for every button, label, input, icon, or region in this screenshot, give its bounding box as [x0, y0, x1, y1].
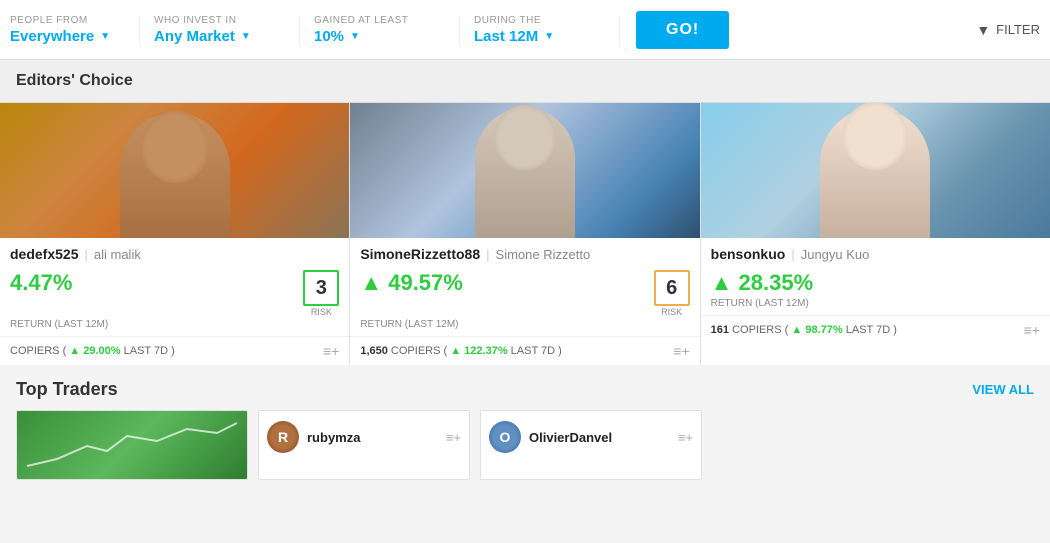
return-value-1: 4.47%	[10, 270, 72, 296]
card-username-1: dedefx525	[10, 246, 78, 262]
return-label-2: RETURN (LAST 12M)	[350, 319, 699, 336]
gained-at-least-label: GAINED AT LEAST	[314, 15, 445, 26]
card-identity-2: SimoneRizzetto88 | Simone Rizzetto	[350, 238, 699, 266]
top-traders-header: Top Traders VIEW ALL	[0, 365, 1050, 410]
card-return-2: ▲ 49.57% 6 RISK	[350, 266, 699, 319]
card-realname-3: Jungyu Kuo	[801, 247, 870, 262]
card-username-3: bensonkuo	[711, 246, 786, 262]
card-username-2: SimoneRizzetto88	[360, 246, 480, 262]
copiers-count-2: 1,650	[360, 345, 388, 357]
mini-card-rubymza: R rubymza ≡+	[258, 410, 470, 480]
top-traders-cards-row: R rubymza ≡+ O OlivierDanvel ≡+	[0, 410, 1050, 480]
chart-svg	[17, 411, 247, 479]
card-return-1: 4.47% 3 RISK	[0, 266, 349, 319]
who-invest-in-label: WHO INVEST IN	[154, 15, 285, 26]
return-label-3: RETURN (LAST 12M)	[701, 298, 1050, 315]
copy-icon-1[interactable]: ≡+	[323, 343, 339, 359]
people-from-filter[interactable]: PEOPLE FROM Everywhere ▼	[10, 15, 140, 45]
editors-choice-header: Editors' Choice	[0, 60, 1050, 103]
trader-photo-3	[701, 103, 1050, 238]
people-from-label: PEOPLE FROM	[10, 15, 125, 26]
go-button[interactable]: GO!	[636, 11, 729, 49]
mini-copy-icon-rubymza[interactable]: ≡+	[446, 430, 461, 445]
risk-badge-2: 6	[654, 270, 690, 306]
trader-photo-2	[350, 103, 699, 238]
card-copiers-2: 1,650 COPIERS ( ▲ 122.37% LAST 7D ) ≡+	[350, 336, 699, 365]
mini-avatar-olivierdanvel: O	[489, 421, 521, 453]
copiers-change-2: ▲ 122.37%	[450, 345, 507, 357]
risk-badge-1: 3	[303, 270, 339, 306]
risk-label-1: RISK	[311, 307, 332, 317]
return-value-3: ▲ 28.35%	[711, 270, 814, 296]
filter-button[interactable]: ▼ FILTER	[976, 22, 1040, 38]
editors-choice-cards: dedefx525 | ali malik 4.47% 3 RISK RETUR…	[0, 103, 1050, 365]
copy-icon-3[interactable]: ≡+	[1024, 322, 1040, 338]
gained-at-least-arrow-icon: ▼	[350, 31, 360, 42]
card-identity-1: dedefx525 | ali malik	[0, 238, 349, 266]
copiers-change-1: ▲ 29.00%	[69, 345, 120, 357]
view-all-button[interactable]: VIEW ALL	[972, 382, 1034, 397]
copy-icon-2[interactable]: ≡+	[673, 343, 689, 359]
mini-card-olivierdanvel-identity: O OlivierDanvel ≡+	[481, 411, 701, 463]
mini-username-rubymza: rubymza	[307, 430, 360, 445]
people-from-arrow-icon: ▼	[100, 31, 110, 42]
mini-card-chart	[16, 410, 248, 480]
risk-block-1: 3 RISK	[303, 270, 339, 317]
return-value-2: ▲ 49.57%	[360, 270, 463, 296]
gained-at-least-value[interactable]: 10% ▼	[314, 28, 445, 45]
copiers-count-3: 161	[711, 324, 729, 336]
trader-card-1: dedefx525 | ali malik 4.47% 3 RISK RETUR…	[0, 103, 350, 365]
who-invest-in-value[interactable]: Any Market ▼	[154, 28, 285, 45]
risk-block-2: 6 RISK	[654, 270, 690, 317]
copiers-change-3: ▲ 98.77%	[791, 324, 842, 336]
trader-photo-1	[0, 103, 349, 238]
trader-card-2: SimoneRizzetto88 | Simone Rizzetto ▲ 49.…	[350, 103, 700, 365]
top-traders-title: Top Traders	[16, 379, 118, 400]
during-the-arrow-icon: ▼	[544, 31, 554, 42]
who-invest-in-filter[interactable]: WHO INVEST IN Any Market ▼	[140, 15, 300, 45]
during-the-value[interactable]: Last 12M ▼	[474, 28, 605, 45]
mini-avatar-rubymza: R	[267, 421, 299, 453]
return-label-1: RETURN (LAST 12M)	[0, 319, 349, 336]
card-copiers-3: 161 COPIERS ( ▲ 98.77% LAST 7D ) ≡+	[701, 315, 1050, 344]
card-copiers-1: COPIERS ( ▲ 29.00% LAST 7D ) ≡+	[0, 336, 349, 365]
card-realname-2: Simone Rizzetto	[496, 247, 591, 262]
filter-bar: PEOPLE FROM Everywhere ▼ WHO INVEST IN A…	[0, 0, 1050, 60]
risk-label-2: RISK	[661, 307, 682, 317]
card-realname-1: ali malik	[94, 247, 141, 262]
trader-card-3: bensonkuo | Jungyu Kuo ▲ 28.35% RETURN (…	[701, 103, 1050, 365]
card-separator-3: |	[791, 247, 794, 262]
during-the-filter[interactable]: DURING THE Last 12M ▼	[460, 15, 620, 45]
who-invest-in-arrow-icon: ▼	[241, 31, 251, 42]
mini-card-olivierdanvel: O OlivierDanvel ≡+	[480, 410, 702, 480]
card-separator-2: |	[486, 247, 489, 262]
mini-card-chart-photo	[17, 411, 247, 479]
during-the-label: DURING THE	[474, 15, 605, 26]
gained-at-least-filter[interactable]: GAINED AT LEAST 10% ▼	[300, 15, 460, 45]
mini-card-rubymza-identity: R rubymza ≡+	[259, 411, 469, 463]
mini-copy-icon-olivierdanvel[interactable]: ≡+	[678, 430, 693, 445]
card-separator-1: |	[84, 247, 87, 262]
people-from-value[interactable]: Everywhere ▼	[10, 28, 125, 45]
filter-icon: ▼	[976, 22, 990, 38]
card-identity-3: bensonkuo | Jungyu Kuo	[701, 238, 1050, 266]
mini-username-olivierdanvel: OlivierDanvel	[529, 430, 612, 445]
card-return-3: ▲ 28.35%	[701, 266, 1050, 298]
